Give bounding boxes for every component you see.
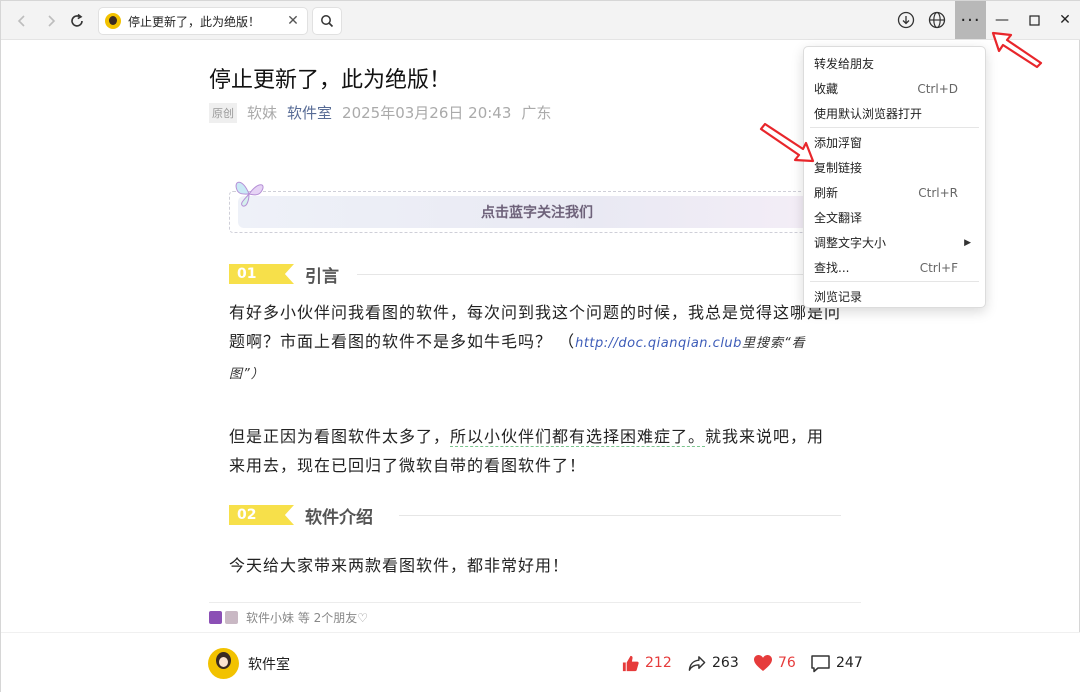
comment-icon bbox=[811, 654, 830, 672]
menu-item-refresh[interactable]: 刷新 Ctrl+R bbox=[804, 180, 985, 205]
menu-item-label: 刷新 bbox=[814, 186, 839, 200]
section-header-02: 02 软件介绍 bbox=[229, 503, 841, 528]
menu-item-float-window[interactable]: 添加浮窗 bbox=[804, 130, 985, 155]
menu-item-label: 添加浮窗 bbox=[814, 136, 863, 150]
heart-button[interactable]: 76 bbox=[753, 649, 796, 677]
menu-item-label: 浏览记录 bbox=[814, 290, 863, 304]
menu-item-history[interactable]: 浏览记录 bbox=[804, 284, 985, 309]
menu-item-label: 收藏 bbox=[814, 82, 839, 96]
friend-avatar bbox=[225, 611, 238, 624]
article-action-bar: 软件室 212 263 76 247 bbox=[1, 632, 1080, 692]
menu-separator bbox=[810, 127, 979, 128]
paragraph-today: 今天给大家带来两款看图软件，都非常好用！ bbox=[229, 556, 570, 575]
menu-item-translate[interactable]: 全文翻译 bbox=[804, 205, 985, 230]
menu-item-label: 全文翻译 bbox=[814, 211, 863, 225]
section-title: 引言 bbox=[305, 267, 339, 287]
follow-banner[interactable]: 点击蓝字关注我们 bbox=[229, 191, 841, 233]
close-tab-icon[interactable]: ✕ bbox=[283, 13, 303, 29]
search-icon[interactable] bbox=[312, 7, 342, 35]
download-icon[interactable] bbox=[895, 9, 917, 31]
section-divider bbox=[399, 515, 841, 516]
paragraph-text-a: 但是正因为看图软件太多了， bbox=[229, 427, 451, 446]
article-meta: 原创 软妹 软件室 2025年03月26日 20:43 广东 bbox=[209, 102, 551, 123]
avatar-face bbox=[219, 657, 228, 667]
menu-shortcut: Ctrl+D bbox=[917, 81, 958, 96]
friends-text: 软件小妹 等 2个朋友♡ bbox=[246, 611, 369, 625]
menu-item-label: 查找... bbox=[814, 261, 850, 275]
back-arrow-icon[interactable] bbox=[9, 8, 35, 34]
menu-item-find[interactable]: 查找... Ctrl+F bbox=[804, 255, 985, 280]
submenu-arrow-icon: ▶ bbox=[964, 237, 971, 248]
footer-account-name[interactable]: 软件室 bbox=[248, 654, 290, 674]
heart-count: 76 bbox=[778, 655, 796, 671]
menu-shortcut: Ctrl+R bbox=[918, 185, 958, 200]
account-link[interactable]: 软件室 bbox=[287, 102, 332, 123]
globe-icon[interactable] bbox=[926, 9, 948, 31]
share-count: 263 bbox=[712, 655, 739, 671]
section-title: 软件介绍 bbox=[305, 508, 373, 528]
menu-item-copy-link[interactable]: 复制链接 bbox=[804, 155, 985, 180]
menu-item-open-default-browser[interactable]: 使用默认浏览器打开 bbox=[804, 101, 985, 126]
account-avatar[interactable] bbox=[208, 648, 239, 679]
menu-item-text-size[interactable]: 调整文字大小 ▶ bbox=[804, 230, 985, 255]
author-name: 软妹 bbox=[247, 104, 278, 122]
forward-arrow-icon[interactable] bbox=[38, 8, 64, 34]
browser-window: 停止更新了，此为绝版！ ✕ ··· — ✕ 停止更新了，此为绝版！ 原创 软妹 … bbox=[0, 0, 1080, 692]
section-header-01: 01 引言 bbox=[229, 262, 841, 287]
comment-count: 247 bbox=[836, 655, 863, 671]
paragraph-text-b: 所以小伙伴们都有选择困难症了。 bbox=[450, 427, 706, 447]
close-window-button[interactable]: ✕ bbox=[1052, 9, 1078, 31]
menu-separator bbox=[810, 281, 979, 282]
share-arrow-icon bbox=[688, 655, 706, 671]
tab-title: 停止更新了，此为绝版！ bbox=[128, 14, 261, 29]
section-divider bbox=[357, 274, 841, 275]
annotation-arrow-icon bbox=[759, 122, 815, 163]
menu-item-favorite[interactable]: 收藏 Ctrl+D bbox=[804, 76, 985, 101]
annotation-arrow-icon bbox=[991, 31, 1043, 69]
friend-avatar bbox=[209, 611, 222, 624]
follow-banner-text: 点击蓝字关注我们 bbox=[238, 196, 836, 228]
comment-button[interactable]: 247 bbox=[810, 649, 863, 677]
like-count: 212 bbox=[645, 655, 672, 671]
share-button[interactable]: 263 bbox=[687, 649, 739, 677]
publish-date: 2025年03月26日 20:43 bbox=[342, 104, 512, 122]
more-options-button[interactable]: ··· bbox=[955, 1, 986, 39]
doc-link[interactable]: http://doc.qianqian.club bbox=[575, 336, 742, 351]
thumbs-up-icon bbox=[622, 655, 639, 671]
account-avatar-icon bbox=[105, 13, 121, 29]
menu-item-label: 使用默认浏览器打开 bbox=[814, 107, 923, 121]
publish-location: 广东 bbox=[521, 104, 552, 122]
section-number: 01 bbox=[229, 264, 294, 284]
menu-item-label: 转发给朋友 bbox=[814, 57, 875, 71]
more-options-menu: 转发给朋友 收藏 Ctrl+D 使用默认浏览器打开 添加浮窗 复制链接 刷新 Ctr… bbox=[803, 46, 986, 308]
butterfly-icon bbox=[235, 181, 264, 207]
reload-icon[interactable] bbox=[64, 8, 90, 34]
article-title: 停止更新了，此为绝版！ bbox=[209, 68, 452, 93]
paragraph-choice: 但是正因为看图软件太多了，所以小伙伴们都有选择困难症了。就我来说吧，用来用去，现… bbox=[229, 422, 841, 480]
friends-liked-row[interactable]: 软件小妹 等 2个朋友♡ bbox=[209, 602, 861, 632]
section-number: 02 bbox=[229, 505, 294, 525]
title-bar: 停止更新了，此为绝版！ ✕ ··· — ✕ bbox=[1, 1, 1080, 40]
menu-item-label: 复制链接 bbox=[814, 161, 863, 175]
heart-icon bbox=[754, 655, 772, 671]
menu-item-label: 调整文字大小 bbox=[814, 236, 887, 250]
close-paren: ） bbox=[250, 367, 265, 382]
browser-tab[interactable]: 停止更新了，此为绝版！ ✕ bbox=[98, 7, 308, 35]
menu-shortcut: Ctrl+F bbox=[919, 260, 958, 275]
like-button[interactable]: 212 bbox=[621, 649, 672, 677]
original-badge: 原创 bbox=[209, 102, 237, 123]
menu-item-forward[interactable]: 转发给朋友 bbox=[804, 51, 985, 76]
paragraph-intro: 有好多小伙伴问我看图的软件，每次问到我这个问题的时候，我总是觉得这哪是问题啊？市… bbox=[229, 298, 841, 389]
